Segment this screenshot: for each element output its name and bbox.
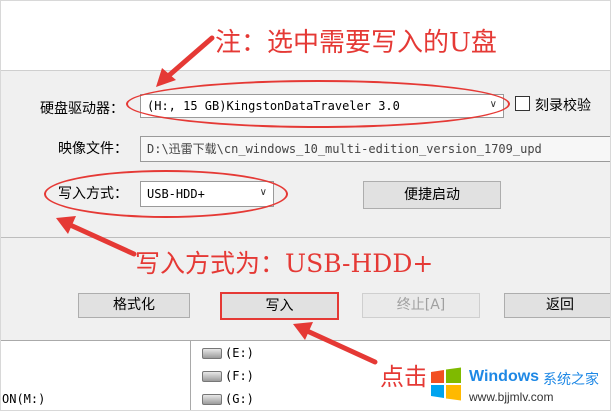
highlight-write-mode xyxy=(44,170,288,218)
drive-item-e[interactable]: (E:) xyxy=(202,346,254,360)
back-button[interactable]: 返回 xyxy=(504,293,611,318)
watermark: Windows 系统之家 www.bjjmlv.com xyxy=(425,362,611,411)
drive-icon xyxy=(202,394,222,405)
annotation-arrow-middle xyxy=(56,216,137,257)
format-button[interactable]: 格式化 xyxy=(78,293,190,318)
tree-item-fragment[interactable]: ON(M:) xyxy=(2,392,45,406)
verify-checkbox[interactable] xyxy=(515,96,530,111)
drive-icon xyxy=(202,348,222,359)
watermark-brand: Windows xyxy=(469,368,540,385)
write-button[interactable]: 写入 xyxy=(220,292,339,320)
verify-checkbox-label: 刻录校验 xyxy=(535,98,591,114)
annotation-arrow-top xyxy=(156,35,215,87)
drive-icon xyxy=(202,371,222,382)
stop-button: 终止[A] xyxy=(362,293,480,318)
annotation-write-mode: 写入方式为：USB-HDD+ xyxy=(135,249,434,278)
annotation-arrow-bottom xyxy=(293,322,378,365)
drive-label: 硬盘驱动器： xyxy=(40,101,124,117)
image-file-path: D:\迅雷下载\cn_windows_10_multi-edition_vers… xyxy=(147,142,542,156)
drive-item-g[interactable]: (G:) xyxy=(202,392,254,406)
image-file-label: 映像文件： xyxy=(58,141,128,157)
highlight-drive-select xyxy=(126,80,510,128)
annotation-click: 点击 xyxy=(380,363,428,391)
pane-splitter[interactable] xyxy=(190,341,191,411)
quick-boot-button[interactable]: 便捷启动 xyxy=(363,181,501,209)
watermark-site-name: 系统之家 xyxy=(543,372,599,388)
image-file-field[interactable]: D:\迅雷下载\cn_windows_10_multi-edition_vers… xyxy=(140,136,611,162)
annotation-select-usb: 注：选中需要写入的U盘 xyxy=(215,28,497,58)
drive-item-f[interactable]: (F:) xyxy=(202,369,254,383)
windows-logo-icon xyxy=(431,367,461,401)
watermark-url: www.bjjmlv.com xyxy=(469,390,554,404)
